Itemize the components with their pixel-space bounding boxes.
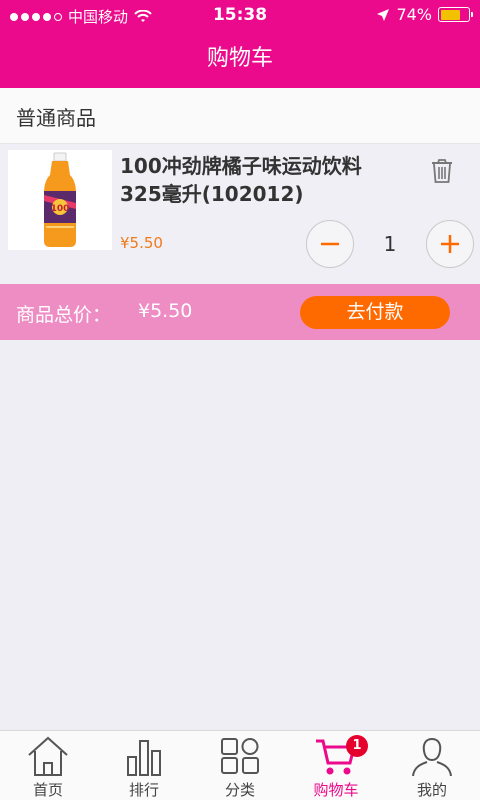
quantity-increase-button[interactable]: [426, 220, 474, 268]
user-icon: [412, 737, 452, 777]
tab-ranking-label: 排行: [128, 781, 159, 799]
product-price: ¥5.50: [120, 234, 163, 252]
tab-cart[interactable]: 1 购物车: [288, 731, 384, 800]
tab-profile[interactable]: 我的: [384, 731, 480, 800]
total-bar: 商品总价： ¥5.50 去付款: [0, 284, 480, 340]
total-price-label: 商品总价：: [16, 304, 112, 326]
battery-level: [440, 9, 461, 20]
status-right: 74%: [376, 5, 473, 24]
svg-text:100: 100: [51, 204, 70, 214]
grid-icon: [221, 738, 259, 774]
tab-category[interactable]: 分类: [192, 731, 288, 800]
tab-cart-label: 购物车: [313, 781, 359, 799]
location-arrow-icon: [377, 8, 390, 21]
status-bar: 中国移动 15:38 74%: [0, 0, 480, 30]
product-name[interactable]: 100冲劲牌橘子味运动饮料 325毫升(102012): [120, 152, 420, 208]
section-title: 普通商品: [0, 88, 480, 144]
product-image[interactable]: 100: [8, 150, 112, 250]
quantity-decrease-button[interactable]: [306, 220, 354, 268]
tab-profile-label: 我的: [416, 781, 447, 799]
checkout-button[interactable]: 去付款: [300, 296, 450, 329]
tab-ranking[interactable]: 排行: [96, 731, 192, 800]
page-title: 购物车: [206, 46, 273, 71]
battery-icon: [438, 7, 473, 22]
tab-category-label: 分类: [224, 781, 255, 799]
cart-item: 100 100冲劲牌橘子味运动饮料 325毫升(102012) ¥5.50 1: [0, 144, 480, 284]
quantity-value: 1: [383, 232, 397, 256]
home-icon: [28, 736, 68, 776]
bar-chart-icon: [127, 740, 161, 776]
trash-icon[interactable]: [430, 158, 454, 184]
product-name-line1: 100冲劲牌橘子味运动饮料: [120, 154, 362, 178]
tab-home-label: 首页: [32, 781, 63, 799]
plus-icon: [441, 235, 459, 253]
battery-percent: 74%: [396, 5, 432, 24]
top-header: 中国移动 15:38 74% 购物车: [0, 0, 480, 88]
tab-home[interactable]: 首页: [0, 731, 96, 800]
product-name-line2: 325毫升(102012): [120, 182, 304, 206]
minus-icon: [321, 242, 339, 246]
orange-drink-bottle-image: 100: [44, 152, 76, 247]
bottom-tab-bar: 首页 排行 分类 1 购物车 我的: [0, 730, 480, 800]
total-price-value: ¥5.50: [138, 300, 193, 322]
cart-count-badge: 1: [346, 735, 368, 757]
